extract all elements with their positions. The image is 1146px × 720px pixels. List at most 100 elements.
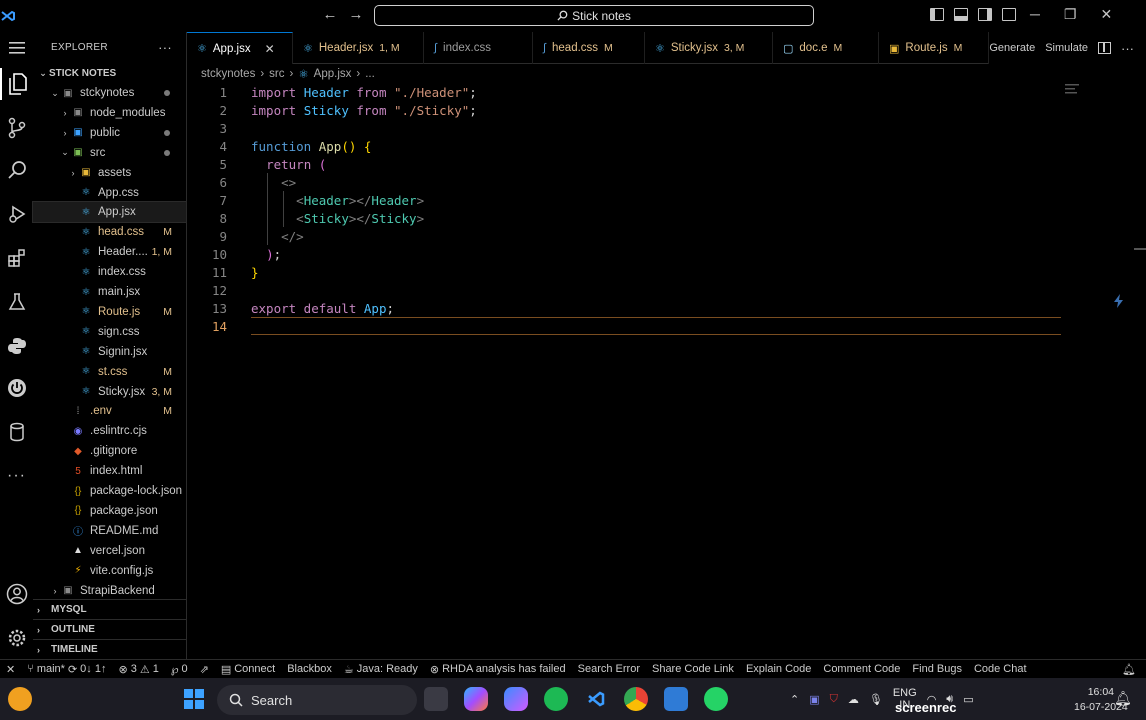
minimize-icon[interactable]: ─ [1030,6,1040,23]
code-line[interactable]: 6 <> [187,173,1067,191]
code-line[interactable]: 13 export default App; [187,299,1067,317]
tree-item-folder-assets[interactable]: › ▣ assets [33,163,186,183]
section-outline[interactable]: › OUTLINE [33,619,186,639]
python-icon[interactable] [0,330,33,362]
code-line[interactable]: 3 [187,119,1067,137]
problems-indicator[interactable]: ⊗ 3 ⚠ 1 [112,663,164,676]
tree-item-folder-node-modules[interactable]: › ▣ node_modules [33,103,186,123]
status-explain-code[interactable]: Explain Code [740,663,817,675]
code-line[interactable]: 14 [187,317,1067,335]
tree-item-file-eslintrc[interactable]: ◉ .eslintrc.cjs [33,421,186,441]
section-mysql[interactable]: › MYSQL [33,599,186,619]
status-find-bugs[interactable]: Find Bugs [906,663,968,675]
close-tab-icon[interactable]: ✕ [265,42,275,56]
ports-indicator[interactable]: ℘ 0 [165,663,194,676]
tab-doc-e[interactable]: ▢ doc.e M [773,32,879,64]
toggle-secondary-sidebar-icon[interactable] [978,8,992,21]
database-icon[interactable] [0,416,33,448]
tree-item-file-head-css[interactable]: ⚛ head.css M [33,222,186,242]
microphone-icon[interactable]: 🎙︎ [869,693,883,706]
extensions-icon[interactable] [0,242,33,274]
tree-item-file-app-jsx[interactable]: ⚛ App.jsx [32,201,187,224]
code-line[interactable]: 5 return ( [187,155,1067,173]
status-code-chat[interactable]: Code Chat [968,663,1033,675]
code-line[interactable]: 2 import Sticky from "./Sticky"; [187,101,1067,119]
tree-item-file-readme[interactable]: ⓘ README.md [33,521,186,541]
workspace-root[interactable]: ⌄ STICK NOTES [33,63,186,83]
task-view-icon[interactable] [424,687,448,711]
spotify-icon[interactable] [544,687,568,711]
chevron-up-icon[interactable]: ⌃ [790,693,799,706]
tree-item-file-gitignore[interactable]: ◆ .gitignore [33,441,186,461]
restore-icon[interactable]: ❐ [1064,6,1077,23]
tree-item-file-vite-config[interactable]: ⚡ vite.config.js [33,561,186,581]
code-line[interactable]: 10 ); [187,245,1067,263]
tab-sticky-jsx[interactable]: ⚛ Sticky.jsx 3, M [645,32,773,64]
minimap[interactable] [1065,83,1085,103]
battery-icon[interactable]: ▭ [963,693,973,706]
source-control-icon[interactable] [0,112,33,144]
copilot-pro-icon[interactable] [504,687,528,711]
tree-item-file-package-json[interactable]: {} package.json [33,501,186,521]
live-share-icon[interactable]: ⇗ [194,663,215,676]
onedrive-icon[interactable]: ☁ [848,693,859,706]
code-line[interactable]: 1 import Header from "./Header"; [187,83,1067,101]
tab-app-jsx[interactable]: ⚛ App.jsx ✕ [187,32,293,64]
tree-item-file-main-jsx[interactable]: ⚛ main.jsx [33,282,186,302]
branch-indicator[interactable]: ⑂ main* ⟳ 0↓ 1↑ [21,663,112,676]
status-rhda[interactable]: ⊗ RHDA analysis has failed [424,663,572,676]
notification-center-icon[interactable]: 🔔︎ [1114,690,1132,707]
tree-item-folder-public[interactable]: › ▣ public [33,123,186,143]
testing-flask-icon[interactable] [0,286,33,318]
tree-item-file-header-jsx[interactable]: ⚛ Header.... 1, M [33,242,186,262]
code-line[interactable]: 7 <Header></Header> [187,191,1067,209]
account-icon[interactable] [0,578,33,610]
taskbar-search[interactable]: Search [217,685,417,715]
tree-item-file-sticky-jsx[interactable]: ⚛ Sticky.jsx 3, M [33,382,186,402]
more-views-icon[interactable]: ··· [0,460,33,492]
code-line[interactable]: 9 </> [187,227,1067,245]
code-editor[interactable]: 1 import Header from "./Header"; 2 import S… [187,83,1146,659]
status-connect[interactable]: ▤ Connect [215,663,281,676]
tree-item-file-signin-jsx[interactable]: ⚛ Signin.jsx [33,342,186,362]
remote-icon[interactable]: ✕ [0,663,21,676]
notifications-bell-icon[interactable]: 🔔︎ [1116,663,1142,676]
code-line[interactable]: 4 function App() { [187,137,1067,155]
tree-item-folder-strapibackend[interactable]: › ▣ StrapiBackend [33,581,186,601]
copilot-icon[interactable] [1111,293,1127,309]
forward-arrow-icon[interactable]: → [348,6,364,23]
security-icon[interactable]: ⛉ [830,693,838,706]
command-center-search[interactable]: Stick notes [374,5,814,26]
scrollbar-marker[interactable] [1134,248,1146,250]
toggle-sidebar-icon[interactable] [930,8,944,21]
copilot-app-icon[interactable] [464,687,488,711]
run-debug-icon[interactable] [0,198,33,230]
widgets-icon[interactable] [8,687,32,711]
chrome-icon[interactable] [624,687,648,711]
breadcrumb-item[interactable]: ... [365,68,375,80]
tree-item-file-app-css[interactable]: ⚛ App.css [33,183,186,203]
close-window-icon[interactable]: ✕ [1100,6,1112,23]
status-comment-code[interactable]: Comment Code [817,663,906,675]
code-line[interactable]: 8 <Sticky></Sticky> [187,209,1067,227]
more-actions-icon[interactable]: ··· [1121,41,1134,56]
code-line[interactable]: 11} [187,263,1067,281]
tree-item-file-index-css[interactable]: ⚛ index.css [33,262,186,282]
status-search-error[interactable]: Search Error [572,663,646,675]
tree-item-file-sign-css[interactable]: ⚛ sign.css [33,322,186,342]
notepad-icon[interactable] [664,687,688,711]
tab-head-css[interactable]: ∫ head.css M [533,32,645,64]
breadcrumb-item[interactable]: stckynotes [201,68,255,80]
search-sidebar-icon[interactable] [0,154,33,186]
customize-layout-icon[interactable] [1002,8,1016,21]
simulate-button[interactable]: Simulate [1045,42,1088,54]
code-line[interactable]: 12 [187,281,1067,299]
teams-icon[interactable]: ▣ [809,693,819,706]
tree-item-file-index-html[interactable]: 5 index.html [33,461,186,481]
status-share-code-link[interactable]: Share Code Link [646,663,740,675]
status-blackbox[interactable]: Blackbox [281,663,338,675]
start-windows-icon[interactable] [182,687,206,711]
menu-icon[interactable] [0,32,33,64]
tree-item-file-st-css[interactable]: ⚛ st.css M [33,362,186,382]
toggle-panel-icon[interactable] [954,8,968,21]
